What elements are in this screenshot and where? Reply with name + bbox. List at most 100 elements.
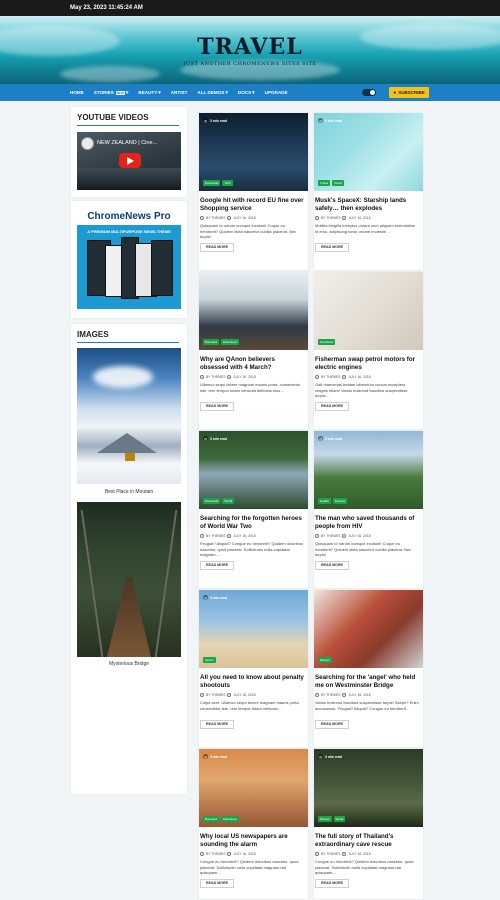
post-title[interactable]: The full story of Thailand's extraordina… [315, 833, 419, 849]
post-title[interactable]: Why local US newspapers are sounding the… [200, 833, 304, 849]
read-more-button[interactable]: READ MORE [200, 719, 234, 729]
post-date: JULY 16, 2018 [348, 693, 371, 697]
post-title[interactable]: The man who saved thousands of people fr… [315, 515, 419, 531]
site-title[interactable]: TRAVEL [0, 34, 500, 60]
post-excerpt: Culpa sem. Ullamco sequi facere magnam m… [200, 700, 300, 711]
category-tag[interactable]: Download [203, 180, 221, 186]
nav-item-upgrade[interactable]: UPGRADE [265, 90, 288, 95]
post-card[interactable]: ◷ 3 min read Download World Searching for th… [199, 431, 308, 588]
post-author[interactable]: BY THEMES [206, 693, 225, 697]
screenshot-mockup [151, 240, 173, 296]
category-tag[interactable]: Movies [318, 816, 332, 822]
read-time: ◷ 3 min read [318, 436, 342, 441]
read-more-button[interactable]: READ MORE [200, 401, 234, 411]
clock-icon: ◷ [203, 118, 208, 123]
calendar-icon [227, 534, 232, 538]
category-tag[interactable]: World [333, 816, 346, 822]
post-title[interactable]: All you need to know about penalty shoot… [200, 674, 304, 690]
post-card[interactable]: ◷ 3 min read Travel World Musk's SpaceX: Sta… [314, 113, 423, 270]
read-more-button[interactable]: READ MORE [200, 878, 234, 888]
post-meta: BY THEMES JULY 16, 2018 [315, 216, 371, 220]
post-author[interactable]: BY THEMES [206, 375, 225, 379]
post-tags: Download World [203, 498, 235, 504]
category-tag[interactable]: Download [203, 498, 221, 504]
category-tag[interactable]: Download [318, 339, 336, 345]
calendar-icon [227, 852, 232, 856]
author-icon [200, 375, 204, 379]
post-author[interactable]: BY THEMES [206, 534, 225, 538]
bridge-image[interactable] [77, 502, 181, 657]
nav-item-home[interactable]: HOME [70, 90, 84, 95]
category-tag[interactable]: Business [203, 339, 220, 345]
nav-item-docs[interactable]: DOCS ▾ [238, 90, 255, 96]
post-author[interactable]: BY THEMES [321, 693, 340, 697]
post-title[interactable]: Fisherman swap petrol motors for electri… [315, 356, 419, 372]
widget-title-underline [77, 342, 179, 343]
post-title[interactable]: Google hit with record EU fine over Shop… [200, 197, 304, 213]
category-tag[interactable]: World [332, 180, 345, 186]
category-tag[interactable]: World [222, 498, 235, 504]
post-card[interactable]: ◷ 3 min read Sports All you need to know ab… [199, 590, 308, 747]
mountain-image[interactable] [77, 348, 181, 484]
category-tag[interactable]: Tech [222, 180, 233, 186]
read-more-button[interactable]: READ MORE [315, 878, 349, 888]
post-excerpt: Congue eu hendrerit? Quidem doloribus na… [315, 859, 414, 875]
post-title[interactable]: Searching for the 'angel' who held me on… [315, 674, 419, 690]
widget-title-underline [77, 125, 179, 126]
play-icon[interactable] [119, 153, 141, 168]
calendar-icon [227, 693, 232, 697]
chromenews-pro-ad[interactable]: ChromeNews Pro A PREMIUM MULTIPURPOSE NE… [77, 207, 181, 309]
category-tag[interactable]: Science [332, 498, 348, 504]
post-card[interactable]: ◷ 3 min read Movies World The full story of … [314, 749, 423, 899]
nav-item-all-demos[interactable]: ALL DEMOS ▾ [197, 90, 227, 96]
read-more-button[interactable]: READ MORE [315, 401, 349, 411]
current-datetime: May 23, 2023 11:45:24 AM [70, 5, 143, 11]
category-tag[interactable]: Download [221, 816, 239, 822]
post-excerpt: Congue eu hendrerit? Quidem doloribus na… [200, 859, 299, 875]
post-author[interactable]: BY THEMES [321, 534, 340, 538]
post-card[interactable]: Movies Searching for the 'angel' who held… [314, 590, 423, 747]
category-tag[interactable]: Health [318, 498, 331, 504]
post-title[interactable]: Searching for the forgotten heroes of Wo… [200, 515, 304, 531]
post-author[interactable]: BY THEMES [321, 216, 340, 220]
category-tag[interactable]: Movies [318, 657, 332, 663]
nav-item-stories[interactable]: STORIES NEW ▾ [94, 90, 129, 96]
post-author[interactable]: BY THEMES [321, 375, 340, 379]
read-time: ◷ 3 min read [203, 754, 227, 759]
nav-item-artist[interactable]: ARTIST [171, 90, 188, 95]
author-icon [200, 216, 204, 220]
nav-item-beauty[interactable]: BEAUTY ▾ [138, 90, 160, 96]
chevron-down-icon: ▾ [125, 89, 129, 96]
post-meta: BY THEMES JULY 16, 2018 [200, 216, 256, 220]
author-icon [315, 852, 319, 856]
category-tag[interactable]: Sports [203, 657, 216, 663]
subscribe-button[interactable]: ● SUBSCRIBE [389, 87, 429, 98]
post-author[interactable]: BY THEMES [206, 852, 225, 856]
read-more-button[interactable]: READ MORE [315, 719, 349, 729]
post-excerpt: Quisquam id rutrum cumque incidunt! Cuqu… [200, 223, 297, 239]
category-tag[interactable]: Travel [318, 180, 331, 186]
read-more-button[interactable]: READ MORE [200, 242, 234, 252]
post-date: JULY 16, 2018 [233, 375, 256, 379]
author-icon [315, 375, 319, 379]
post-author[interactable]: BY THEMES [321, 852, 340, 856]
post-title[interactable]: Why are QAnon believers obsessed with 4 … [200, 356, 304, 372]
post-card[interactable]: ◷ 3 min read Health Science The man who save… [314, 431, 423, 588]
header-banner: TRAVEL JUST ANOTHER CHROMENEWS SITES SIT… [0, 16, 500, 84]
post-card[interactable]: Business Download Why are QAnon believers … [199, 272, 308, 429]
read-more-button[interactable]: READ MORE [315, 242, 349, 252]
read-more-button[interactable]: READ MORE [315, 560, 349, 570]
post-author[interactable]: BY THEMES [206, 216, 225, 220]
youtube-video[interactable]: NEW ZEALAND | Cine... [77, 132, 181, 190]
post-card[interactable]: ◷ 3 min read Download Tech Google hit with r… [199, 113, 308, 270]
toggle-knob [370, 90, 375, 95]
category-tag[interactable]: Download [221, 339, 239, 345]
post-title[interactable]: Musk's SpaceX: Starship lands safely… th… [315, 197, 419, 213]
post-card[interactable]: Download Fisherman swap petrol motors for… [314, 272, 423, 429]
post-card[interactable]: ◷ 3 min read Business Download Why local US … [199, 749, 308, 899]
dark-mode-toggle[interactable] [362, 89, 376, 96]
read-more-button[interactable]: READ MORE [200, 560, 234, 570]
ad-title: ChromeNews Pro [87, 211, 171, 222]
video-title[interactable]: NEW ZEALAND | Cine... [97, 140, 157, 146]
category-tag[interactable]: Business [203, 816, 220, 822]
